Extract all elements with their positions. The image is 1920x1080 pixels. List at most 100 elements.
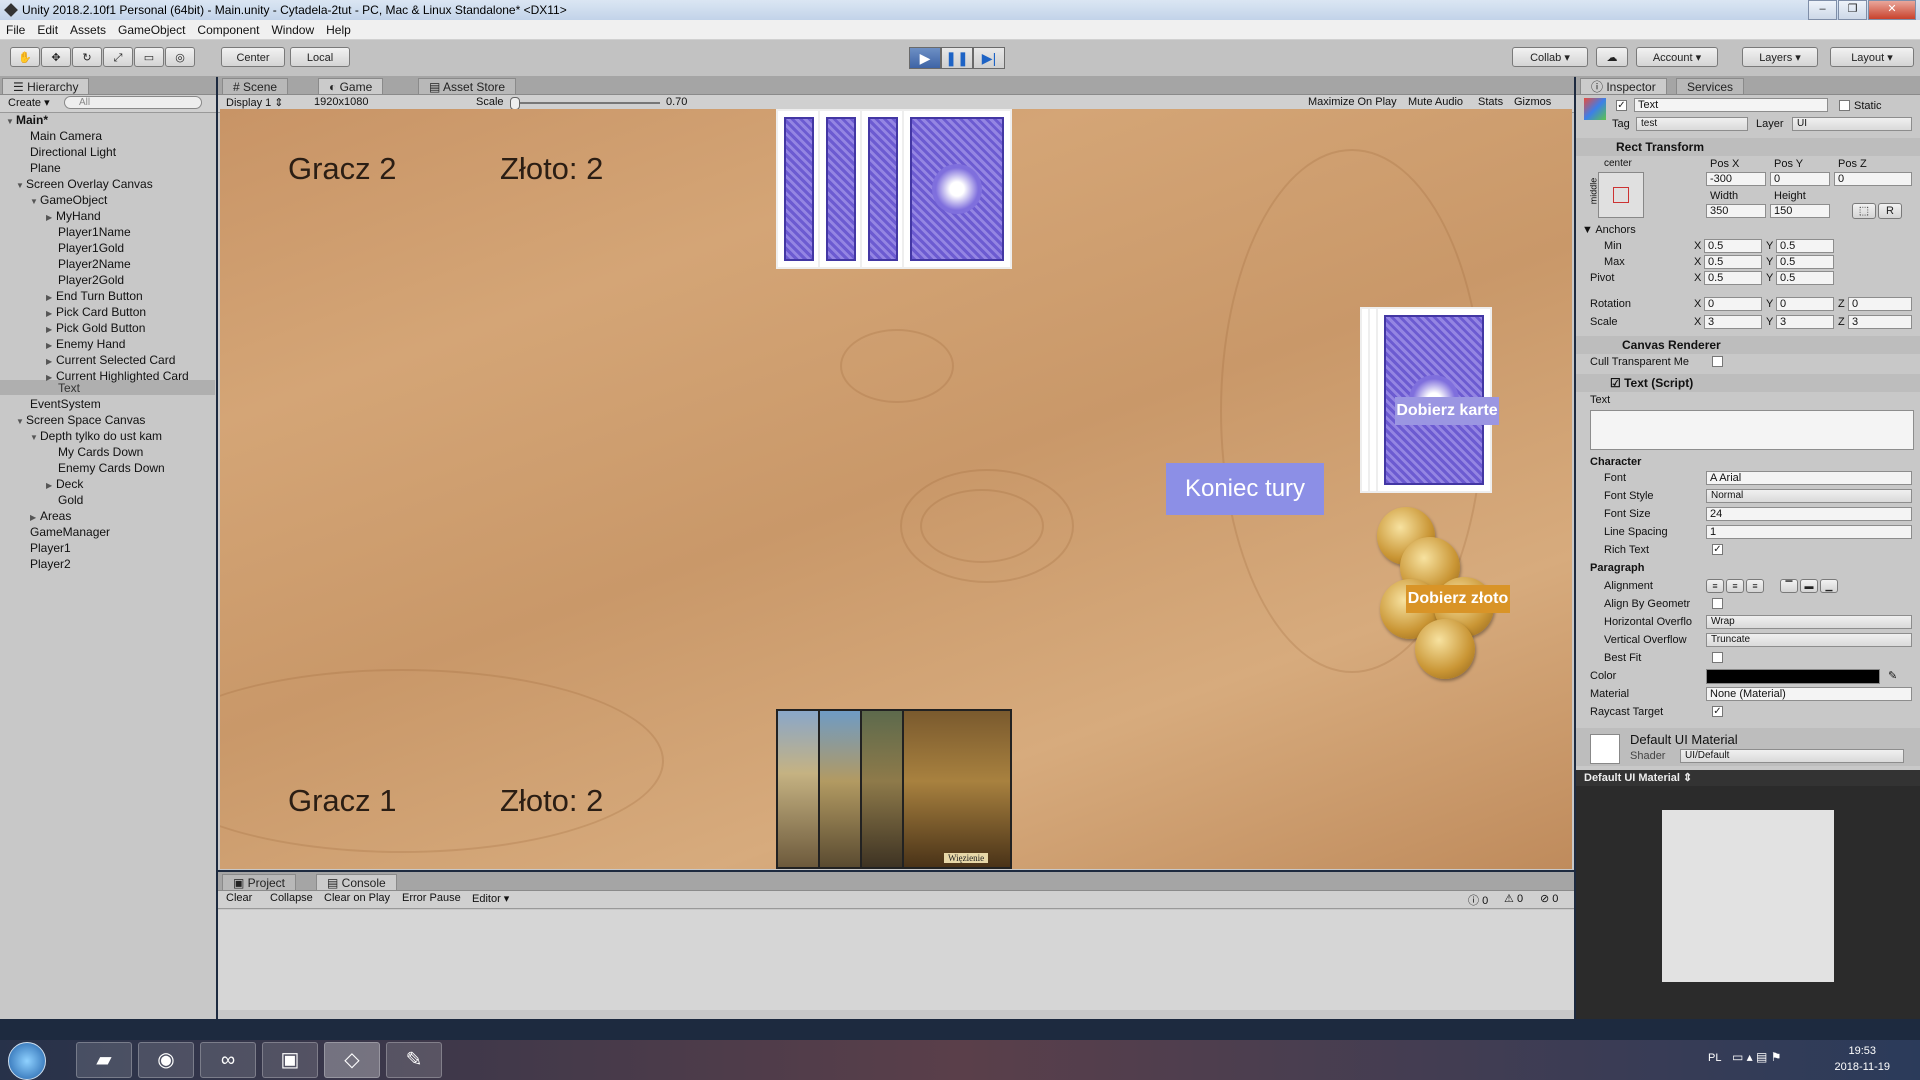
hierarchy-item[interactable]: EventSystem [30, 397, 101, 411]
hierarchy-item[interactable]: Player2 [30, 557, 71, 571]
log-count[interactable]: ⓘ 0 [1468, 892, 1488, 908]
hierarchy-item[interactable]: Player1 [30, 541, 71, 555]
font-size-field[interactable]: 24 [1706, 507, 1912, 521]
rotation-x-field[interactable]: 0 [1704, 297, 1762, 311]
minimize-button[interactable]: – [1808, 0, 1837, 20]
monitor-app-icon[interactable]: ▣ [262, 1042, 318, 1078]
console-log-area[interactable] [218, 910, 1574, 1010]
blueprint-mode-button[interactable]: ⬚ [1852, 203, 1876, 219]
pos-x-field[interactable]: -300 [1706, 172, 1766, 186]
resolution-dropdown[interactable]: 1920x1080 [314, 96, 464, 108]
language-indicator[interactable]: PL [1708, 1052, 1721, 1064]
rotation-z-field[interactable]: 0 [1848, 297, 1912, 311]
error-pause-toggle[interactable]: Error Pause [402, 892, 461, 904]
hierarchy-item[interactable]: Player2Name [58, 257, 131, 271]
anchor-min-x-field[interactable]: 0.5 [1704, 239, 1762, 253]
scale-x-field[interactable]: 3 [1704, 315, 1762, 329]
collab-dropdown[interactable]: Collab ▾ [1512, 47, 1588, 67]
width-field[interactable]: 350 [1706, 204, 1766, 218]
anchor-max-x-field[interactable]: 0.5 [1704, 255, 1762, 269]
hierarchy-item[interactable]: ▼ Screen Space Canvas [16, 413, 145, 427]
hierarchy-item[interactable]: Player1Gold [58, 241, 124, 255]
color-swatch[interactable] [1706, 669, 1880, 684]
height-field[interactable]: 150 [1770, 204, 1830, 218]
menu-assets[interactable]: Assets [64, 23, 112, 37]
warning-count[interactable]: ⚠ 0 [1504, 892, 1523, 905]
hierarchy-item[interactable]: ▶ MyHand [46, 209, 101, 223]
hierarchy-item[interactable]: Player2Gold [58, 273, 124, 287]
menu-window[interactable]: Window [265, 23, 320, 37]
close-button[interactable]: ✕ [1868, 0, 1916, 20]
display-dropdown[interactable]: Display 1 ⇕ [226, 96, 284, 109]
hierarchy-item[interactable]: ▶ Enemy Hand [46, 337, 125, 351]
clear-button[interactable]: Clear [226, 892, 252, 904]
clear-on-play-toggle[interactable]: Clear on Play [324, 892, 390, 904]
scale-y-field[interactable]: 3 [1776, 315, 1834, 329]
scale-slider[interactable] [510, 97, 660, 110]
tray-icons[interactable]: ▭ ▴ ▤ ⚑ [1732, 1050, 1781, 1064]
firefox-icon[interactable]: ◉ [138, 1042, 194, 1078]
step-button[interactable]: ▶| [973, 47, 1005, 69]
hierarchy-item[interactable]: Gold [58, 493, 83, 507]
taskbar-clock[interactable]: 19:53 2018-11-19 [1835, 1043, 1890, 1075]
maximize-button[interactable]: ❐ [1838, 0, 1867, 20]
layer-dropdown[interactable]: UI [1792, 117, 1912, 131]
rect-tool-icon[interactable]: ▭ [134, 47, 164, 67]
align-top-icon[interactable]: ▔ [1780, 579, 1798, 593]
hierarchy-item[interactable]: ▶ Current Selected Card [46, 353, 175, 367]
hierarchy-item[interactable]: ▶ Pick Card Button [46, 305, 146, 319]
align-middle-icon[interactable]: ▬ [1800, 579, 1818, 593]
anchor-max-y-field[interactable]: 0.5 [1776, 255, 1834, 269]
rect-transform-header[interactable]: Rect Transform [1576, 138, 1920, 156]
game-canvas[interactable]: Gracz 2 Złoto: 2 Gracz 1 Złoto: 2 Dobier… [220, 109, 1572, 869]
hierarchy-item[interactable]: Directional Light [30, 145, 116, 159]
rich-text-checkbox[interactable]: ✓ [1712, 544, 1723, 555]
hierarchy-scene-main[interactable]: ▼ Main* [6, 113, 48, 127]
hand-card[interactable] [818, 709, 864, 869]
menu-gameobject[interactable]: GameObject [112, 23, 191, 37]
start-button[interactable] [8, 1042, 46, 1080]
play-button[interactable]: ▶ [909, 47, 941, 69]
anchor-min-y-field[interactable]: 0.5 [1776, 239, 1834, 253]
pos-z-field[interactable]: 0 [1834, 172, 1912, 186]
layout-dropdown[interactable]: Layout ▾ [1830, 47, 1914, 67]
preview-header[interactable]: Default UI Material ⇕ [1576, 770, 1920, 786]
mute-audio-toggle[interactable]: Mute Audio [1408, 96, 1463, 108]
hierarchy-item[interactable]: ▶ Pick Gold Button [46, 321, 145, 335]
stats-toggle[interactable]: Stats [1478, 96, 1503, 108]
menu-component[interactable]: Component [191, 23, 265, 37]
text-script-header[interactable]: ☑ Text (Script) [1576, 374, 1920, 392]
best-fit-checkbox[interactable] [1712, 652, 1723, 663]
hierarchy-item[interactable]: ▼ Depth tylko do ust kam [30, 429, 162, 443]
hierarchy-item[interactable]: Plane [30, 161, 61, 175]
hierarchy-item[interactable]: Main Camera [30, 129, 102, 143]
gizmos-dropdown[interactable]: Gizmos [1514, 96, 1551, 108]
align-center-icon[interactable]: ≡ [1726, 579, 1744, 593]
account-dropdown[interactable]: Account ▾ [1636, 47, 1718, 67]
hierarchy-item-selected[interactable]: Text [58, 381, 80, 395]
hierarchy-item[interactable]: My Cards Down [58, 445, 143, 459]
hierarchy-item[interactable]: Player1Name [58, 225, 131, 239]
static-checkbox[interactable] [1839, 100, 1850, 111]
font-style-dropdown[interactable]: Normal [1706, 489, 1912, 503]
tab-asset-store[interactable]: ▤ Asset Store [418, 78, 517, 94]
hierarchy-search-input[interactable]: All [64, 96, 202, 109]
menu-help[interactable]: Help [320, 23, 357, 37]
pick-gold-button[interactable]: Dobierz złoto [1406, 585, 1510, 613]
move-tool-icon[interactable]: ✥ [41, 47, 71, 67]
unity-taskbar-icon[interactable]: ◇ [324, 1042, 380, 1078]
object-name-field[interactable]: Text [1634, 98, 1828, 112]
pos-y-field[interactable]: 0 [1770, 172, 1830, 186]
scale-tool-icon[interactable]: ⤢ [103, 47, 133, 67]
collapse-toggle[interactable]: Collapse [270, 892, 313, 904]
create-dropdown[interactable]: Create ▾ [8, 96, 50, 109]
hand-tool-icon[interactable]: ✋ [10, 47, 40, 67]
hand-card[interactable] [860, 709, 906, 869]
rotation-y-field[interactable]: 0 [1776, 297, 1834, 311]
menu-edit[interactable]: Edit [31, 23, 64, 37]
font-field[interactable]: A Arial [1706, 471, 1912, 485]
end-turn-button[interactable]: Koniec tury [1166, 463, 1324, 515]
pivot-local-toggle[interactable]: Local [290, 47, 350, 67]
cull-transparent-checkbox[interactable] [1712, 356, 1723, 367]
text-content-field[interactable] [1590, 410, 1914, 450]
